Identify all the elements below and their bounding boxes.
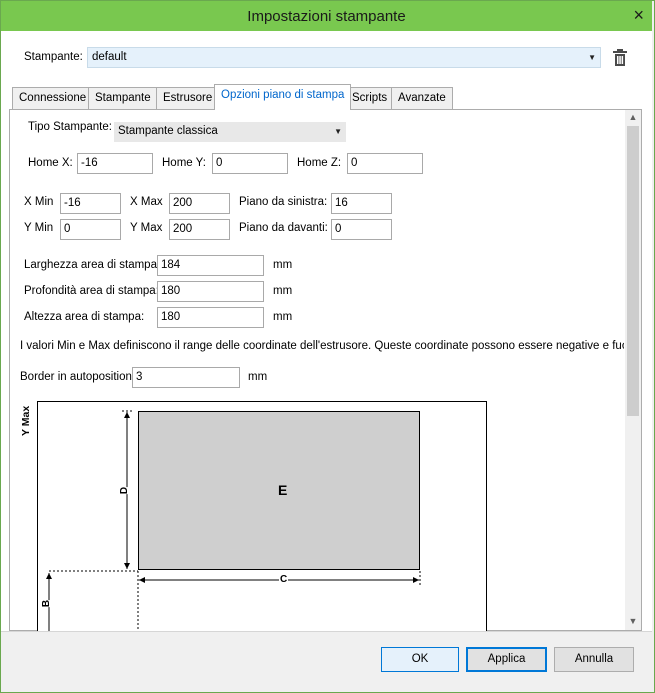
printer-label: Stampante: [24, 51, 83, 63]
home-x-input[interactable]: -16 [77, 153, 153, 174]
printer-select-value: default [92, 51, 127, 63]
tab-connessione[interactable]: Connessione [12, 87, 94, 109]
bed-diagram-viewport: Y Max E D C B [0, 395, 625, 631]
home-z-input[interactable]: 0 [347, 153, 423, 174]
printer-type-value: Stampante classica [118, 125, 218, 137]
dimension-c-label: C [279, 574, 289, 585]
bed-left-input[interactable]: 16 [331, 193, 392, 214]
print-depth-unit: mm [273, 285, 293, 297]
tab-avanzate[interactable]: Avanzate [391, 87, 453, 109]
home-y-label: Home Y: [162, 157, 206, 169]
print-height-input[interactable]: 180 [157, 307, 264, 328]
tab-scripts[interactable]: Scripts [345, 87, 395, 109]
cancel-button[interactable]: Annulla [554, 647, 634, 672]
bed-left-label: Piano da sinistra: [239, 196, 328, 208]
ymin-input[interactable]: 0 [60, 219, 121, 240]
trash-icon[interactable] [612, 48, 628, 68]
printer-type-select[interactable]: Stampante classica ▼ [114, 122, 346, 142]
xmax-input[interactable]: 200 [169, 193, 230, 214]
close-icon[interactable]: × [633, 5, 644, 26]
tab-stampante[interactable]: Stampante [88, 87, 158, 109]
print-width-label: Larghezza area di stampa: [24, 259, 161, 271]
print-depth-label: Profondità area di stampa: [24, 285, 159, 297]
xmin-label: X Min [24, 196, 54, 208]
home-x-label: Home X: [28, 157, 73, 169]
print-height-unit: mm [273, 311, 293, 323]
tab-opzioni-piano[interactable]: Opzioni piano di stampa [214, 84, 352, 110]
printer-select[interactable]: default ▼ [87, 47, 601, 68]
xmin-input[interactable]: -16 [60, 193, 121, 214]
dimension-d-label: D [119, 486, 131, 495]
print-width-input[interactable]: 184 [157, 255, 264, 276]
scroll-up-icon[interactable]: ▲ [625, 112, 641, 122]
border-input[interactable]: 3 [132, 367, 240, 388]
ymax-input[interactable]: 200 [169, 219, 230, 240]
tab-estrusore[interactable]: Estrusore [156, 87, 220, 109]
xmax-label: X Max [130, 196, 163, 208]
bed-front-label: Piano da davanti: [239, 222, 328, 234]
info-text: I valori Min e Max definiscono il range … [20, 340, 624, 352]
apply-button[interactable]: Applica [466, 647, 547, 672]
title-bar: Impostazioni stampante × [1, 1, 652, 31]
diagram-dimension-lines [46, 410, 421, 631]
print-width-unit: mm [273, 259, 293, 271]
ok-button[interactable]: OK [381, 647, 459, 672]
printer-type-label: Tipo Stampante: [28, 121, 112, 133]
ymax-label: Y Max [130, 222, 163, 234]
ymin-label: Y Min [24, 222, 54, 234]
border-label: Border in autoposition: [20, 371, 136, 383]
scroll-down-icon[interactable]: ▼ [625, 616, 641, 626]
chevron-down-icon: ▼ [334, 127, 342, 136]
window-title: Impostazioni stampante [247, 8, 406, 25]
print-depth-input[interactable]: 180 [157, 281, 264, 302]
home-z-label: Home Z: [297, 157, 342, 169]
border-unit: mm [248, 371, 268, 383]
scrollbar-thumb[interactable] [627, 126, 639, 416]
dimension-b-label: B [41, 599, 53, 608]
print-height-label: Altezza area di stampa: [24, 311, 145, 323]
home-y-input[interactable]: 0 [212, 153, 288, 174]
chevron-down-icon: ▼ [588, 53, 596, 62]
bed-front-input[interactable]: 0 [331, 219, 392, 240]
